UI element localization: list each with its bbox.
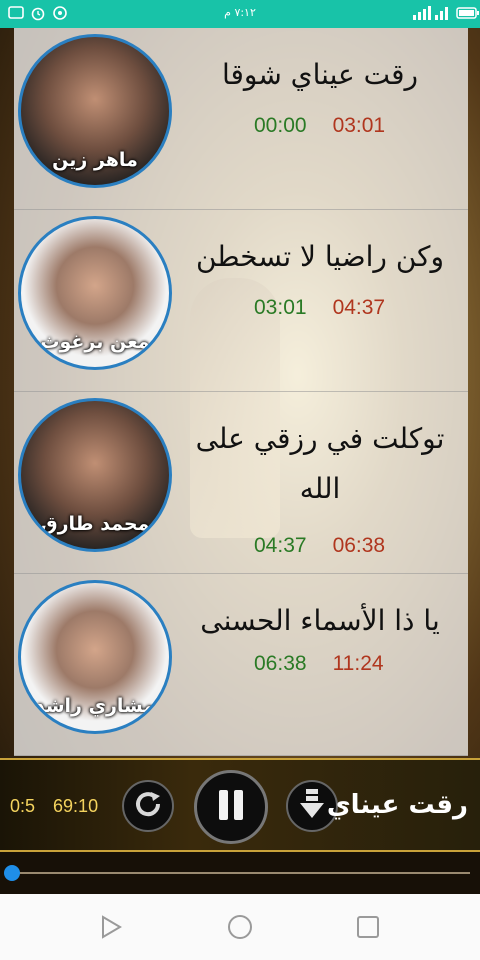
song-times: 04:37 06:38 xyxy=(254,534,385,558)
song-item[interactable]: ماهر زين رقت عيناي شوقا 00:00 03:01 xyxy=(14,28,468,210)
song-times: 00:00 03:01 xyxy=(254,114,385,138)
start-time: 06:38 xyxy=(254,652,307,675)
song-times: 03:01 04:37 xyxy=(254,296,385,320)
seek-thumb[interactable] xyxy=(4,865,20,881)
start-time: 04:37 xyxy=(254,534,307,557)
download-icon xyxy=(297,787,327,825)
artist-avatar: ماهر زين xyxy=(18,34,172,188)
recents-square-icon[interactable] xyxy=(355,914,381,940)
now-playing-title: رقت عيناي xyxy=(326,790,468,820)
song-times: 06:38 11:24 xyxy=(254,652,384,676)
battery-icon xyxy=(456,5,479,21)
status-time: ٧:١٢ م xyxy=(224,6,256,19)
end-time: 11:24 xyxy=(332,652,384,675)
song-item[interactable]: معن برغوث وكن راضيا لا تسخطن 03:01 04:37 xyxy=(14,210,468,392)
artist-avatar: معن برغوث xyxy=(18,216,172,370)
pause-button[interactable] xyxy=(194,770,268,844)
end-time: 06:38 xyxy=(332,534,386,557)
signal-2-icon xyxy=(434,5,450,21)
status-icons-right xyxy=(412,5,479,21)
end-time: 04:37 xyxy=(332,296,386,319)
start-time: 03:01 xyxy=(254,296,307,319)
artist-avatar: مشاري راشد xyxy=(18,580,172,734)
play-counter: 0:5 69:10 xyxy=(10,796,98,817)
home-circle-icon[interactable] xyxy=(227,914,253,940)
song-title: وكن راضيا لا تسخطن xyxy=(195,240,445,273)
start-time: 00:00 xyxy=(254,114,307,137)
artist-name: محمد طارق xyxy=(40,513,150,535)
elapsed-time: 0:5 xyxy=(10,796,36,816)
artist-name: مشاري راشد xyxy=(34,695,156,717)
pause-icon xyxy=(214,786,248,828)
total-time: 69:10 xyxy=(53,796,99,816)
artist-name: معن برغوث xyxy=(40,331,150,353)
song-title: يا ذا الأسماء الحسنى xyxy=(200,604,440,637)
progress-area xyxy=(0,852,480,894)
back-triangle-icon[interactable] xyxy=(98,914,124,940)
artist-name: ماهر زين xyxy=(52,149,138,171)
song-item[interactable]: مشاري راشد يا ذا الأسماء الحسنى 06:38 11… xyxy=(14,574,468,756)
song-title: رقت عيناي شوقا xyxy=(221,58,419,91)
player-bar: 0:5 69:10 رقت عيناي xyxy=(0,758,480,852)
end-time: 03:01 xyxy=(332,114,386,137)
artist-avatar: محمد طارق xyxy=(18,398,172,552)
seek-track[interactable] xyxy=(10,872,470,874)
repeat-button[interactable] xyxy=(122,780,174,832)
repeat-icon xyxy=(131,787,165,825)
song-list[interactable]: ماهر زين رقت عيناي شوقا 00:00 03:01 معن … xyxy=(14,28,468,756)
status-bar: ٧:١٢ م xyxy=(0,0,480,28)
song-title: توكلت في رزقي على الله xyxy=(195,422,445,505)
navigation-bar xyxy=(0,894,480,960)
song-item[interactable]: محمد طارق توكلت في رزقي على الله 04:37 0… xyxy=(14,392,468,574)
signal-icon xyxy=(412,5,431,21)
